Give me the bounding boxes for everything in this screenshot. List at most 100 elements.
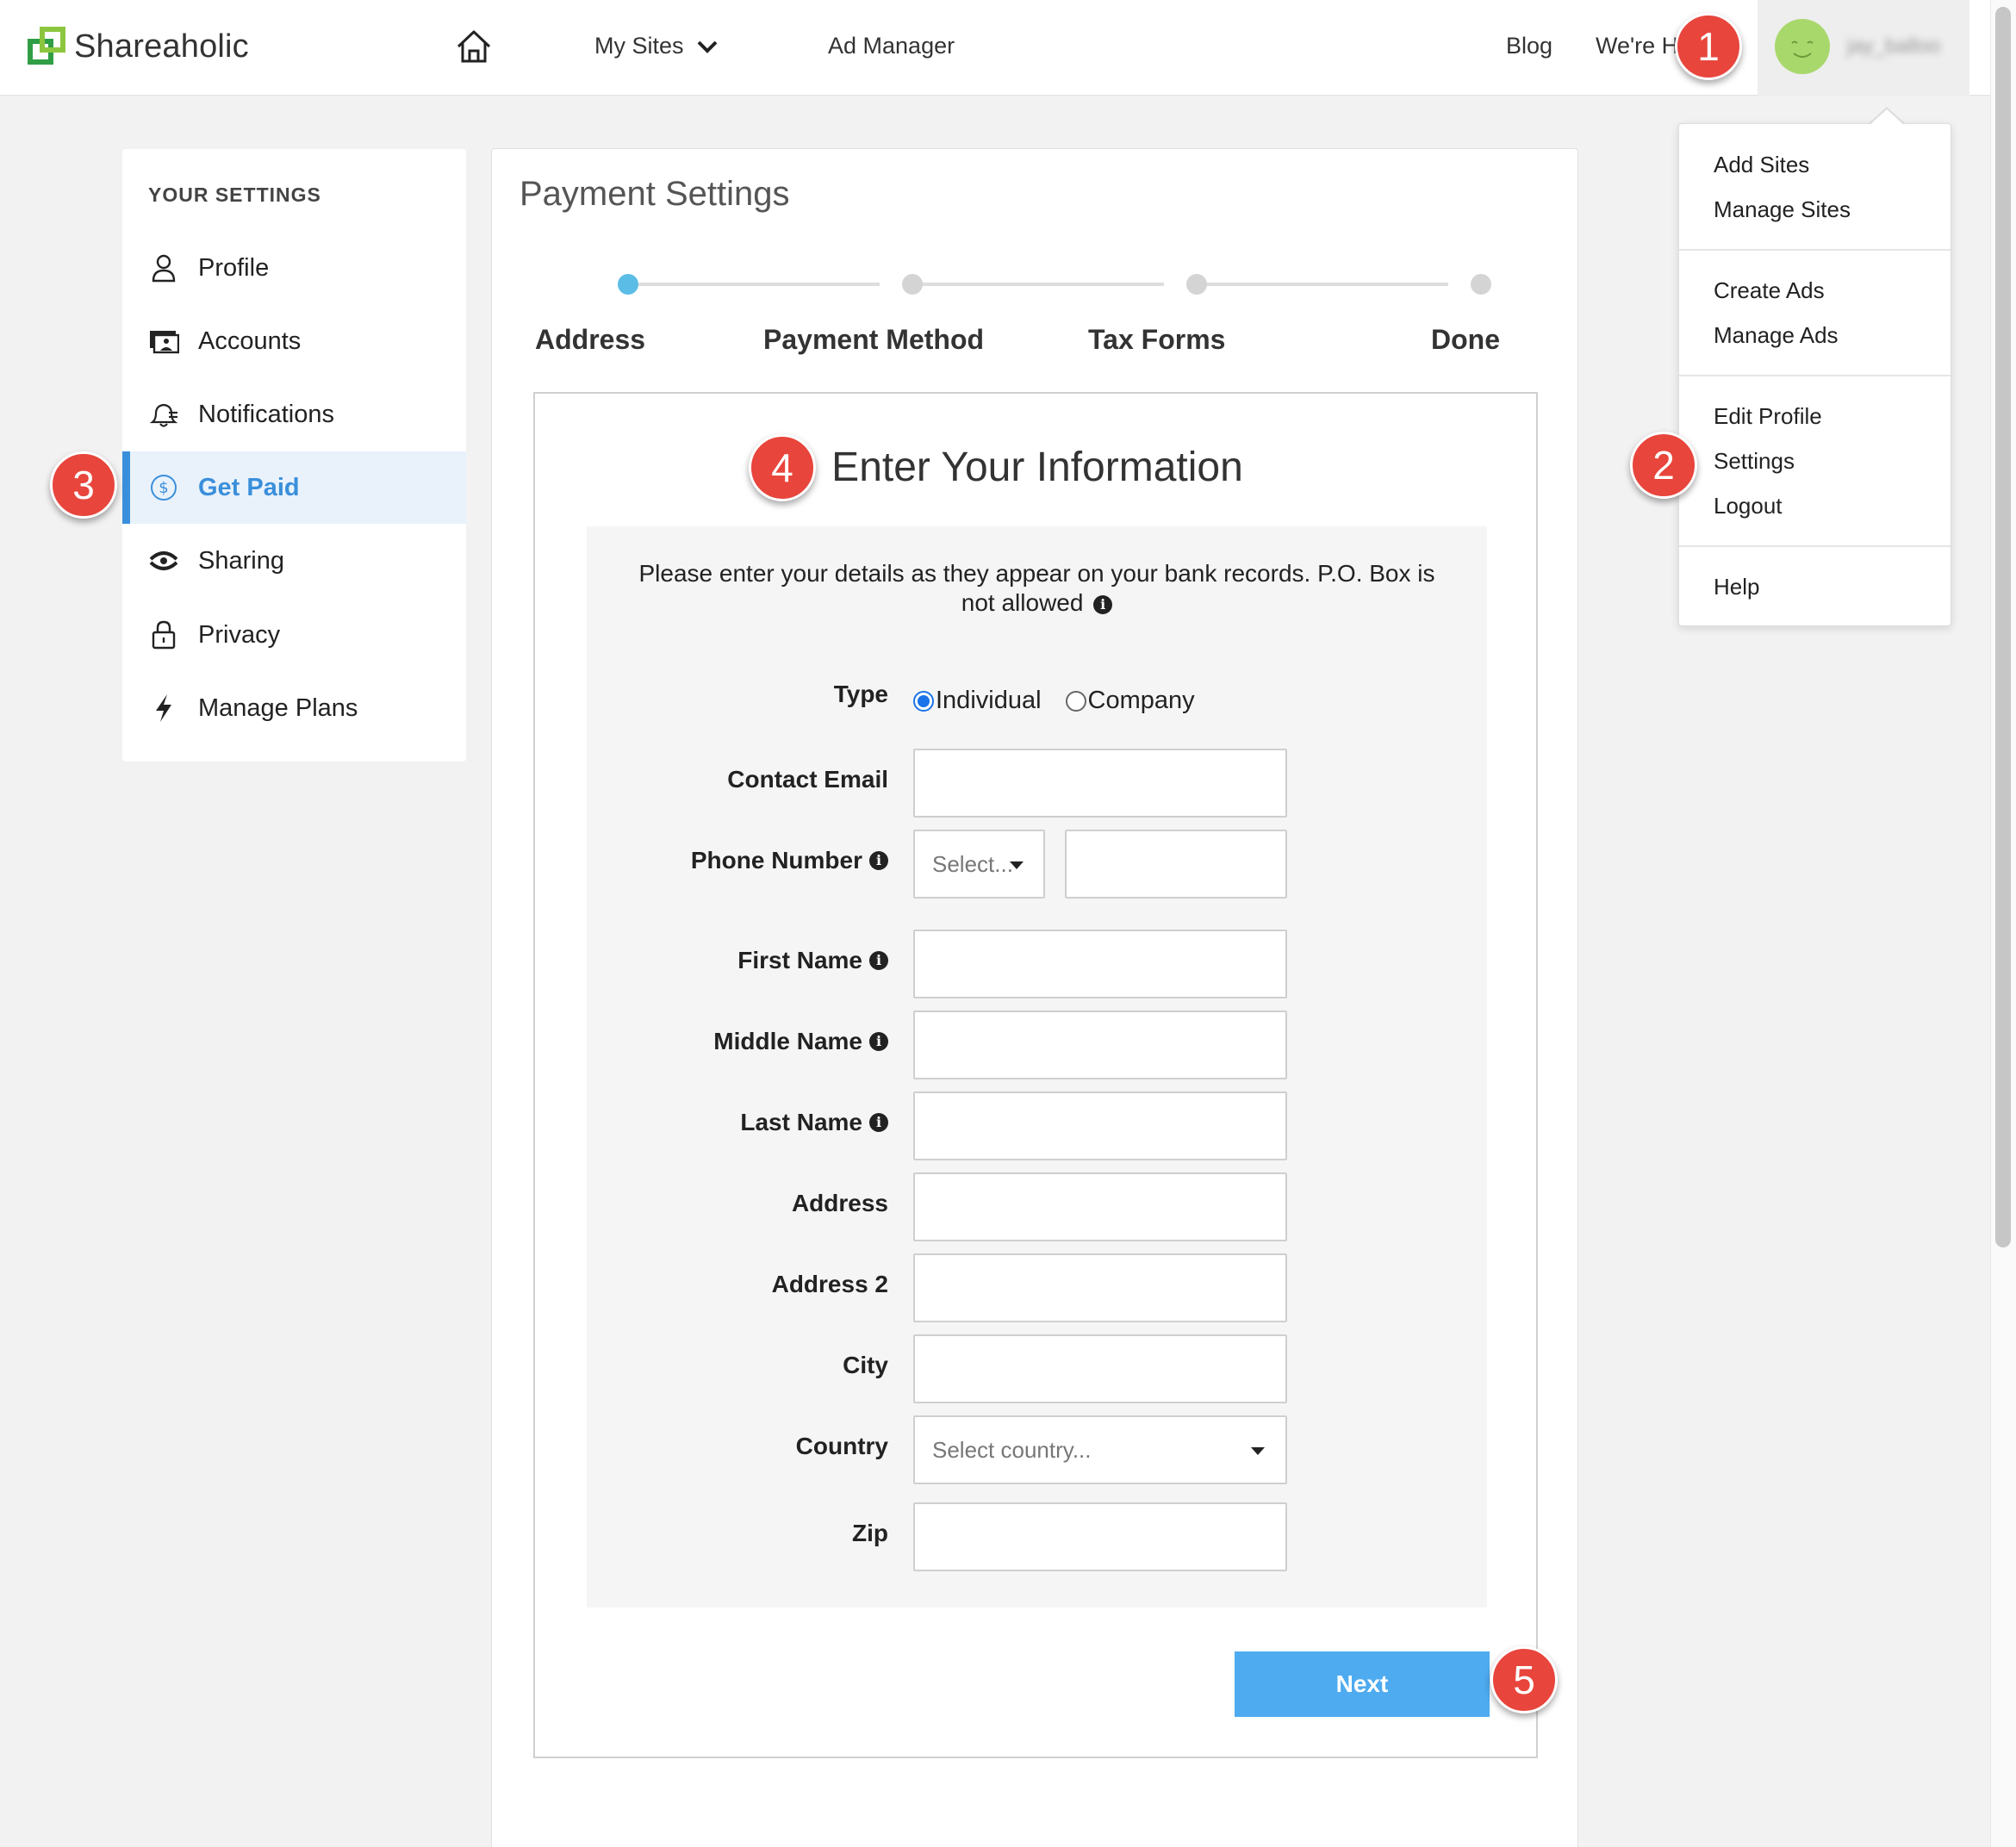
info-icon[interactable]: i: [1093, 594, 1113, 614]
menu-item-settings[interactable]: Settings: [1714, 448, 1795, 475]
notice-text: Please enter your details as they appear…: [638, 560, 1435, 616]
sidebar-title: YOUR SETTINGS: [148, 183, 321, 206]
payment-settings-panel: Payment Settings Address Payment Method …: [491, 148, 1578, 1847]
first-name-field[interactable]: [913, 930, 1287, 998]
user-icon: [146, 251, 181, 285]
callout-badge-2: 2: [1630, 432, 1697, 499]
contact-email-field[interactable]: [913, 749, 1287, 818]
last-name-field[interactable]: [913, 1091, 1287, 1160]
nav-my-sites[interactable]: My Sites: [594, 33, 719, 59]
bank-records-notice: Please enter your details as they appear…: [621, 559, 1453, 618]
form-fields-area: Please enter your details as they appear…: [587, 526, 1487, 1608]
city-label: City: [843, 1352, 888, 1378]
zip-field[interactable]: [913, 1502, 1287, 1571]
nav-blog[interactable]: Blog: [1506, 33, 1552, 59]
menu-divider: [1679, 375, 1951, 376]
menu-item-help[interactable]: Help: [1714, 574, 1759, 600]
address-label: Address: [791, 1190, 888, 1216]
dollar-icon: $: [146, 470, 181, 505]
chevron-down-icon: [697, 40, 717, 53]
callout-badge-4: 4: [749, 434, 816, 501]
menu-divider: [1679, 545, 1951, 547]
menu-item-add-sites[interactable]: Add Sites: [1714, 152, 1809, 178]
accounts-icon: [146, 324, 181, 358]
first-name-label-text: First Name: [737, 947, 862, 973]
menu-item-manage-ads[interactable]: Manage Ads: [1714, 322, 1839, 349]
contact-email-label: Contact Email: [727, 766, 888, 793]
phone-number-label-text: Phone Number: [690, 847, 862, 874]
sidebar-item-label: Profile: [198, 253, 270, 282]
address2-label: Address 2: [771, 1271, 888, 1297]
phone-country-code-placeholder: Select...: [932, 850, 1013, 877]
info-icon[interactable]: i: [869, 1112, 888, 1132]
sidebar-item-manage-plans[interactable]: Manage Plans: [122, 672, 466, 744]
username: jay_balloo: [1847, 34, 1941, 58]
menu-item-manage-sites[interactable]: Manage Sites: [1714, 196, 1851, 223]
menu-item-edit-profile[interactable]: Edit Profile: [1714, 403, 1822, 430]
step-connector: [628, 283, 880, 286]
middle-name-label-text: Middle Name: [713, 1028, 862, 1054]
user-menu-toggle[interactable]: jay_balloo: [1758, 0, 1969, 96]
sidebar-item-sharing[interactable]: Sharing: [122, 525, 466, 597]
last-name-label: Last Name i: [587, 1109, 888, 1136]
step-dot-done: [1471, 274, 1491, 295]
info-icon[interactable]: i: [869, 950, 888, 970]
info-icon[interactable]: i: [869, 850, 888, 870]
country-select[interactable]: Select country...: [913, 1415, 1287, 1484]
step-label-done: Done: [1431, 324, 1500, 355]
sidebar-item-accounts[interactable]: Accounts: [122, 305, 466, 377]
sidebar-item-label: Notifications: [198, 400, 334, 428]
bell-icon: [146, 397, 181, 432]
menu-item-logout[interactable]: Logout: [1714, 493, 1783, 519]
user-dropdown-menu: Add Sites Manage Sites Create Ads Manage…: [1678, 123, 1951, 626]
dropdown-caret-inner: [1870, 109, 1904, 125]
city-field[interactable]: [913, 1334, 1287, 1403]
first-name-label: First Name i: [587, 947, 888, 974]
step-label-tax-forms: Tax Forms: [1088, 324, 1226, 355]
country-label: Country: [795, 1433, 888, 1459]
radio-individual[interactable]: [913, 690, 934, 712]
middle-name-label: Middle Name i: [587, 1028, 888, 1055]
callout-badge-1: 1: [1675, 13, 1742, 80]
sharing-icon: [146, 544, 181, 578]
info-icon[interactable]: i: [869, 1031, 888, 1051]
bolt-icon: [146, 691, 181, 725]
menu-divider: [1679, 249, 1951, 251]
address-field[interactable]: [913, 1172, 1287, 1241]
nav-ad-manager[interactable]: Ad Manager: [828, 33, 955, 59]
sidebar-item-notifications[interactable]: Notifications: [122, 378, 466, 451]
shareaholic-logo[interactable]: Shareaholic: [28, 26, 249, 67]
next-button[interactable]: Next: [1235, 1651, 1490, 1717]
middle-name-field[interactable]: [913, 1011, 1287, 1079]
address2-field[interactable]: [913, 1253, 1287, 1322]
menu-item-create-ads[interactable]: Create Ads: [1714, 277, 1825, 304]
phone-number-field[interactable]: [1065, 830, 1287, 899]
sidebar-item-label: Get Paid: [198, 473, 300, 501]
logo-text: Shareaholic: [74, 28, 249, 65]
radio-company[interactable]: [1065, 690, 1086, 712]
nav-help[interactable]: We're Here to Help: [1596, 33, 1678, 59]
radio-company-label[interactable]: Company: [1088, 687, 1195, 715]
phone-country-code-select[interactable]: Select...: [913, 830, 1045, 899]
shareaholic-logo-icon: [28, 27, 67, 66]
sidebar-item-get-paid[interactable]: $ Get Paid: [122, 451, 466, 524]
settings-sidebar: YOUR SETTINGS Profile Accounts Notificat…: [122, 149, 466, 762]
caret-down-icon: [1251, 1447, 1265, 1455]
sidebar-item-label: Sharing: [198, 546, 284, 575]
scrollbar-thumb[interactable]: [1995, 7, 2011, 1247]
step-dot-tax-forms: [1186, 274, 1207, 295]
sidebar-item-profile[interactable]: Profile: [122, 232, 466, 304]
sidebar-item-privacy[interactable]: Privacy: [122, 599, 466, 671]
callout-badge-5: 5: [1490, 1646, 1558, 1713]
step-connector: [912, 283, 1164, 286]
radio-individual-label[interactable]: Individual: [936, 687, 1042, 715]
step-label-payment-method: Payment Method: [763, 324, 985, 355]
caret-down-icon: [1010, 861, 1024, 869]
step-label-address: Address: [535, 324, 646, 355]
type-label: Type: [833, 681, 888, 707]
callout-badge-3: 3: [50, 451, 117, 519]
country-select-placeholder: Select country...: [932, 1436, 1092, 1463]
home-icon[interactable]: [455, 28, 493, 65]
nav-my-sites-label: My Sites: [594, 33, 684, 59]
sidebar-item-label: Accounts: [198, 326, 302, 355]
